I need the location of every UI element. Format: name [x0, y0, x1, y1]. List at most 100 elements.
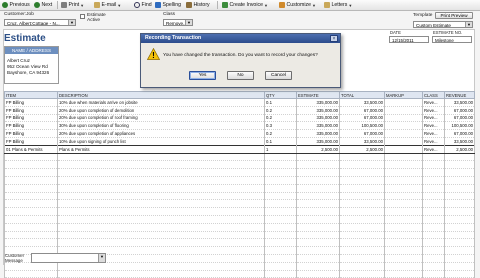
- table-row-empty[interactable]: [4, 199, 475, 209]
- table-row-empty[interactable]: [4, 160, 475, 170]
- column-header-class[interactable]: CLASS: [422, 91, 445, 99]
- class-cell[interactable]: Reve...: [422, 121, 445, 131]
- template-dropdown[interactable]: Custom Estimate ▼: [413, 21, 473, 28]
- estimate-cell[interactable]: 335,000.00: [296, 114, 340, 123]
- table-row-empty[interactable]: [4, 207, 475, 216]
- table-row-empty[interactable]: [4, 192, 475, 201]
- class-cell[interactable]: Reve...: [422, 144, 445, 154]
- table-row[interactable]: FP Billing 10% due upon signing of punch…: [4, 137, 475, 146]
- revenue-cell[interactable]: 67,000.00: [444, 114, 475, 123]
- markup-cell[interactable]: [384, 98, 423, 107]
- create-invoice-button[interactable]: Create Invoice ▼: [222, 1, 268, 9]
- revenue-cell[interactable]: 100,500.00: [444, 121, 475, 131]
- class-cell[interactable]: Reve...: [422, 106, 445, 115]
- estimate-cell[interactable]: 335,000.00: [296, 129, 340, 138]
- description-cell[interactable]: Plans & Permits: [57, 144, 265, 154]
- markup-cell[interactable]: [384, 144, 423, 154]
- class-cell[interactable]: Reve...: [422, 114, 445, 123]
- table-row-empty[interactable]: [4, 238, 475, 248]
- class-cell[interactable]: Reve...: [422, 98, 445, 107]
- date-field[interactable]: 12/15/2011: [389, 36, 429, 43]
- close-icon[interactable]: ×: [330, 35, 338, 42]
- customize-button[interactable]: Customize ▼: [279, 1, 316, 9]
- spelling-button[interactable]: Spelling: [155, 1, 181, 9]
- history-button[interactable]: History: [186, 1, 210, 9]
- description-cell[interactable]: 20% due upon completion of demolition: [57, 106, 265, 115]
- total-cell[interactable]: 33,500.00: [339, 137, 385, 146]
- column-header-estimate[interactable]: ESTIMATE: [296, 91, 340, 99]
- revenue-cell[interactable]: 33,500.00: [444, 137, 475, 146]
- table-row-empty[interactable]: [4, 215, 475, 224]
- total-cell[interactable]: 33,500.00: [339, 98, 385, 107]
- item-cell[interactable]: FP Billing: [4, 129, 58, 138]
- description-cell[interactable]: 10% due upon signing of punch list: [57, 137, 265, 146]
- estimate-cell[interactable]: 335,000.00: [296, 98, 340, 107]
- total-cell[interactable]: 2,500.00: [339, 144, 385, 154]
- column-header-total[interactable]: TOTAL: [339, 91, 385, 99]
- markup-cell[interactable]: [384, 121, 423, 131]
- estimate-cell[interactable]: 2,500.00: [296, 144, 340, 154]
- markup-cell[interactable]: [384, 106, 423, 115]
- revenue-cell[interactable]: 33,500.00: [444, 98, 475, 107]
- column-header-description[interactable]: DESCRIPTION: [57, 91, 265, 99]
- table-row[interactable]: FP Billing 20% due upon completion of de…: [4, 106, 475, 115]
- table-row-empty[interactable]: [4, 262, 475, 271]
- table-row[interactable]: FP Billing 10% due when materials arrive…: [4, 98, 475, 107]
- item-cell[interactable]: FP Billing: [4, 106, 58, 115]
- estimate-cell[interactable]: 335,000.00: [296, 121, 340, 131]
- revenue-cell[interactable]: 67,000.00: [444, 106, 475, 115]
- qty-cell[interactable]: 1: [264, 144, 297, 154]
- description-cell[interactable]: 20% due upon completion of appliances: [57, 129, 265, 138]
- qty-cell[interactable]: 0.2: [264, 106, 297, 115]
- estimate-active-checkbox[interactable]: [80, 14, 85, 19]
- class-cell[interactable]: Reve...: [422, 137, 445, 146]
- table-row-selected[interactable]: 01 Plans & Permits Plans & Permits 1 2,5…: [4, 144, 475, 154]
- table-row[interactable]: FP Billing 30% due upon completion of fl…: [4, 121, 475, 131]
- print-button[interactable]: Print ▼: [61, 1, 84, 9]
- column-header-qty[interactable]: QTY: [264, 91, 297, 99]
- previous-button[interactable]: Previous: [2, 1, 30, 9]
- customer-message-dropdown[interactable]: ▼: [31, 253, 106, 263]
- table-row[interactable]: FP Billing 20% due upon completion of ro…: [4, 114, 475, 123]
- estimate-cell[interactable]: 335,000.00: [296, 106, 340, 115]
- total-cell[interactable]: 100,500.00: [339, 121, 385, 131]
- qty-cell[interactable]: 0.2: [264, 114, 297, 123]
- column-header-revenue[interactable]: REVENUE: [444, 91, 475, 99]
- description-cell[interactable]: 10% due when materials arrive on jobsite: [57, 98, 265, 107]
- table-row-empty[interactable]: [4, 270, 475, 278]
- column-header-markup[interactable]: MARKUP: [384, 91, 423, 99]
- table-row-empty[interactable]: [4, 231, 475, 240]
- estimate-cell[interactable]: 335,000.00: [296, 137, 340, 146]
- total-cell[interactable]: 67,000.00: [339, 129, 385, 138]
- qty-cell[interactable]: 0.1: [264, 137, 297, 146]
- table-row-empty[interactable]: [4, 153, 475, 162]
- markup-cell[interactable]: [384, 137, 423, 146]
- total-cell[interactable]: 67,000.00: [339, 114, 385, 123]
- table-row[interactable]: FP Billing 20% due upon completion of ap…: [4, 129, 475, 138]
- markup-cell[interactable]: [384, 129, 423, 138]
- table-row-empty[interactable]: [4, 176, 475, 185]
- description-cell[interactable]: 30% due upon completion of flooring: [57, 121, 265, 131]
- yes-button[interactable]: Yes: [189, 71, 216, 80]
- markup-cell[interactable]: [384, 114, 423, 123]
- class-cell[interactable]: Reve...: [422, 129, 445, 138]
- table-row-empty[interactable]: [4, 168, 475, 177]
- item-cell[interactable]: FP Billing: [4, 114, 58, 123]
- revenue-cell[interactable]: 67,000.00: [444, 129, 475, 138]
- description-cell[interactable]: 20% due upon completion of roof framing: [57, 114, 265, 123]
- email-button[interactable]: E-mail ▼: [94, 1, 121, 9]
- letters-button[interactable]: Letters ▼: [324, 1, 352, 9]
- customer-job-dropdown[interactable]: Cruz, Albert:Cottage - N... ▼: [4, 19, 76, 26]
- revenue-cell[interactable]: 2,500.00: [444, 144, 475, 154]
- qty-cell[interactable]: 0.2: [264, 129, 297, 138]
- item-cell[interactable]: FP Billing: [4, 137, 58, 146]
- cancel-button[interactable]: Cancel: [265, 71, 292, 80]
- next-button[interactable]: Next: [34, 1, 52, 9]
- total-cell[interactable]: 67,000.00: [339, 106, 385, 115]
- item-cell[interactable]: 01 Plans & Permits: [4, 144, 58, 154]
- item-cell[interactable]: FP Billing: [4, 121, 58, 131]
- print-preview-button[interactable]: Print Preview: [435, 12, 473, 19]
- table-row-empty[interactable]: [4, 184, 475, 193]
- qty-cell[interactable]: 0.1: [264, 98, 297, 107]
- class-dropdown[interactable]: Remove... ▼: [163, 19, 193, 26]
